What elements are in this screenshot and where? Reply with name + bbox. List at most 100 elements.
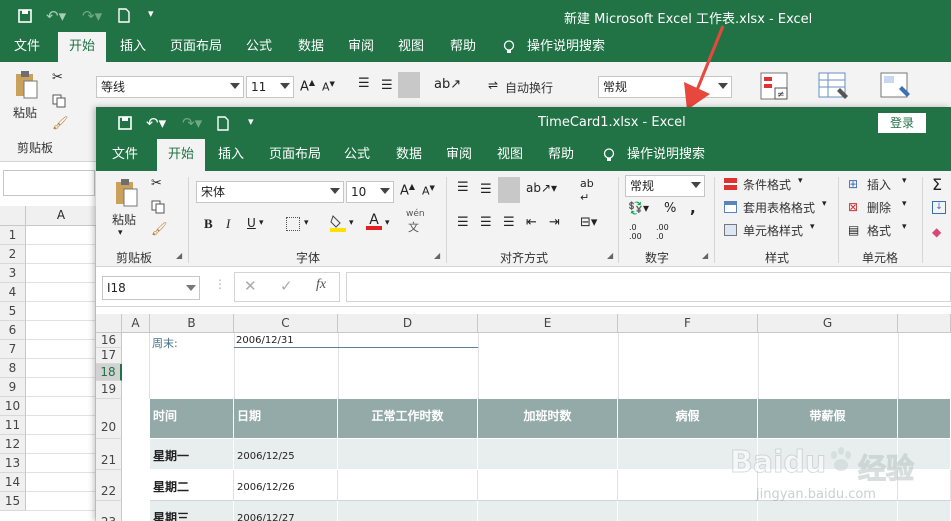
row-header[interactable]: 23: [96, 501, 122, 521]
decrease-font-icon[interactable]: A▼: [422, 184, 435, 198]
delete-cells-icon[interactable]: ⊠: [848, 200, 858, 214]
increase-indent-icon[interactable]: ⇥: [549, 215, 560, 230]
tab-file[interactable]: 文件: [4, 32, 50, 62]
row-header[interactable]: 6: [0, 321, 26, 340]
row-header[interactable]: 8: [0, 359, 26, 378]
undo-icon[interactable]: ↶▾: [46, 7, 66, 25]
tab-page-layout[interactable]: 页面布局: [262, 139, 328, 171]
font-color-dropdown-icon[interactable]: ▾: [385, 218, 390, 228]
column-header-h[interactable]: [898, 314, 951, 333]
format-dropdown-icon[interactable]: ▾: [902, 222, 907, 232]
data-cell[interactable]: [618, 439, 758, 470]
row-header[interactable]: 14: [0, 473, 26, 492]
date-cell[interactable]: 2006/12/26: [234, 470, 338, 501]
underline-button[interactable]: U: [247, 216, 256, 230]
increase-font-icon[interactable]: A▲: [300, 78, 315, 94]
tab-view[interactable]: 视图: [489, 139, 531, 171]
conditional-format-label[interactable]: 条件格式: [743, 176, 791, 193]
customize-qat-icon[interactable]: ▾: [148, 7, 154, 20]
conditional-format-icon[interactable]: ≠: [760, 72, 790, 102]
data-cell[interactable]: [618, 501, 758, 521]
paste-icon[interactable]: [13, 70, 39, 100]
confirm-entry-icon[interactable]: ✓: [280, 277, 293, 295]
row-header[interactable]: 21: [96, 439, 122, 470]
format-as-table-dropdown-icon[interactable]: ▾: [822, 199, 827, 209]
clipboard-launcher-icon[interactable]: ◢: [176, 251, 182, 260]
data-cell[interactable]: [758, 470, 898, 501]
bold-button[interactable]: B: [204, 216, 213, 232]
format-painter-icon[interactable]: 🖌: [151, 222, 168, 237]
date-cell[interactable]: 2006/12/25: [234, 439, 338, 470]
cell-styles-icon[interactable]: [880, 72, 912, 102]
row-header[interactable]: 3: [0, 264, 26, 283]
cut-icon[interactable]: ✂: [151, 176, 162, 191]
orientation-icon[interactable]: ab↗: [434, 77, 461, 92]
paste-dropdown-icon[interactable]: ▾: [118, 228, 123, 238]
paste-icon[interactable]: [113, 178, 139, 208]
align-right-icon[interactable]: ☰: [503, 215, 515, 230]
tab-file[interactable]: 文件: [104, 139, 146, 171]
tell-me-search[interactable]: 操作说明搜索: [626, 139, 706, 171]
data-cell[interactable]: [338, 439, 478, 470]
tell-me-search[interactable]: 操作说明搜索: [526, 32, 606, 62]
tab-data[interactable]: 数据: [388, 139, 430, 171]
row-header[interactable]: 15: [0, 492, 26, 511]
tab-home[interactable]: 开始: [58, 32, 106, 62]
cell-styles-label[interactable]: 单元格样式: [743, 222, 803, 239]
tab-insert[interactable]: 插入: [110, 32, 156, 62]
comma-button[interactable]: ,: [690, 199, 696, 217]
header-regular-hours[interactable]: 正常工作时数: [338, 399, 478, 439]
tab-help[interactable]: 帮助: [440, 32, 486, 62]
tab-view[interactable]: 视图: [388, 32, 434, 62]
autosum-icon[interactable]: Σ: [932, 175, 942, 194]
increase-decimal-icon[interactable]: .0.00: [629, 223, 642, 241]
tab-help[interactable]: 帮助: [540, 139, 582, 171]
delete-cells-label[interactable]: 删除: [867, 199, 891, 216]
day-cell[interactable]: 星期一: [150, 439, 234, 470]
align-bottom-icon[interactable]: [498, 177, 520, 203]
new-file-icon[interactable]: [217, 116, 229, 131]
wrap-text-label[interactable]: 自动换行: [505, 79, 553, 96]
data-cell[interactable]: [898, 439, 951, 470]
data-cell[interactable]: [478, 470, 618, 501]
align-center-icon[interactable]: ☰: [480, 215, 492, 230]
align-middle-icon[interactable]: ☰: [381, 78, 393, 93]
data-cell[interactable]: [758, 501, 898, 521]
font-name-combo[interactable]: 等线: [96, 76, 244, 98]
row-header[interactable]: 5: [0, 302, 26, 321]
font-size-combo[interactable]: 11: [246, 76, 294, 98]
borders-dropdown-icon[interactable]: ▾: [304, 218, 309, 228]
name-box[interactable]: [3, 170, 95, 196]
conditional-format-icon[interactable]: [724, 178, 737, 190]
row-header-selected[interactable]: 18: [96, 364, 122, 381]
formula-input[interactable]: [346, 272, 951, 302]
align-left-icon[interactable]: ☰: [457, 215, 469, 230]
column-header-c[interactable]: C: [234, 314, 338, 333]
column-header-e[interactable]: E: [478, 314, 618, 333]
tab-review[interactable]: 审阅: [438, 139, 480, 171]
save-icon[interactable]: [18, 9, 32, 23]
select-all-corner[interactable]: [0, 206, 26, 225]
row-header[interactable]: 10: [0, 397, 26, 416]
font-launcher-icon[interactable]: ◢: [434, 251, 440, 260]
orientation-icon[interactable]: ab↗▾: [526, 181, 557, 195]
redo-icon[interactable]: ↷▾: [82, 7, 102, 25]
data-cell[interactable]: [618, 470, 758, 501]
select-all-corner[interactable]: [96, 314, 122, 333]
decrease-font-icon[interactable]: A▼: [322, 80, 335, 94]
row-header[interactable]: 1: [0, 226, 26, 245]
format-cells-label[interactable]: 格式: [867, 222, 891, 239]
row-header[interactable]: 16: [96, 333, 122, 348]
row-header[interactable]: 11: [0, 416, 26, 435]
cell-styles-dropdown-icon[interactable]: ▾: [810, 222, 815, 232]
data-cell[interactable]: [478, 439, 618, 470]
row-header[interactable]: 13: [0, 454, 26, 473]
data-cell[interactable]: [338, 470, 478, 501]
day-cell[interactable]: 星期三: [150, 501, 234, 521]
conditional-format-dropdown-icon[interactable]: ▾: [798, 176, 803, 186]
fill-color-dropdown-icon[interactable]: ▾: [349, 218, 354, 228]
data-cell[interactable]: [338, 501, 478, 521]
align-middle-icon[interactable]: ☰: [480, 182, 492, 197]
column-header-g[interactable]: G: [758, 314, 898, 333]
fill-color-icon[interactable]: [329, 213, 347, 233]
